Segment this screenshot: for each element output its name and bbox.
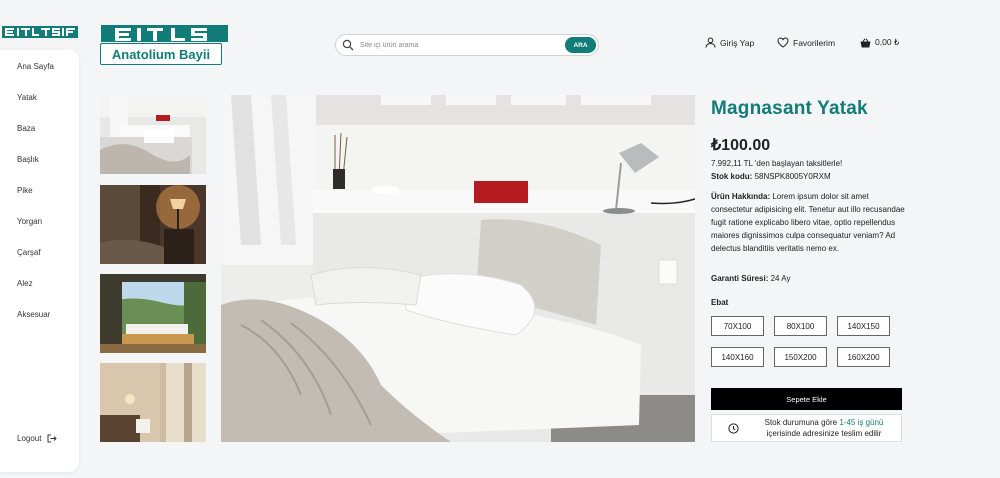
sidebar-item-pike[interactable]: Pike xyxy=(17,186,33,195)
size-option-150x200[interactable]: 150X200 xyxy=(774,347,827,367)
warranty-label: Garanti Süresi: xyxy=(711,274,769,283)
product-title: Magnasant Yatak xyxy=(711,98,868,119)
sidebar-item-baslik[interactable]: Başlık xyxy=(17,155,39,164)
product-thumbnail-3[interactable] xyxy=(100,274,206,353)
product-description: Ürün Hakkında: Lorem ipsum dolor sit ame… xyxy=(711,190,905,255)
user-icon xyxy=(705,37,716,48)
outdoor-bed-thumbnail-image xyxy=(100,274,206,353)
bedroom-warm-thumbnail-image xyxy=(100,363,206,442)
delivery-prefix: Stok durumuna göre xyxy=(764,418,838,427)
description-label: Ürün Hakkında: xyxy=(711,192,771,201)
login-label: Giriş Yap xyxy=(720,37,755,48)
delivery-text: Stok durumuna göre 1-45 iş günü içerisin… xyxy=(749,417,899,439)
bedroom-lamp-thumbnail-image xyxy=(100,185,206,264)
login-link[interactable]: Giriş Yap xyxy=(705,37,754,48)
clock-icon xyxy=(728,422,739,434)
favorites-link[interactable]: Favorilerim xyxy=(777,37,835,48)
warranty-value: 24 Ay xyxy=(770,274,791,283)
delivery-days: 1-45 iş günü xyxy=(839,418,884,427)
sidebar-item-yorgan[interactable]: Yorgan xyxy=(17,217,42,226)
size-option-140x160[interactable]: 140X160 xyxy=(711,347,764,367)
delivery-suffix: içerisinde adresinize teslim edilir xyxy=(766,429,882,438)
logout-button[interactable]: Logout xyxy=(17,434,58,443)
search-bar: ARA xyxy=(335,34,599,56)
sidebar-item-carsaf[interactable]: Çarşaf xyxy=(17,248,41,257)
sidebar-item-alez[interactable]: Alez xyxy=(17,279,33,288)
size-option-80x100[interactable]: 80X100 xyxy=(774,316,827,336)
sidebar-item-yatak[interactable]: Yatak xyxy=(17,93,37,102)
brand-logo-mark[interactable] xyxy=(101,25,228,42)
sidebar-logo xyxy=(2,26,78,38)
product-price: ₺100.00 xyxy=(711,137,771,154)
sidebar-item-ana-sayfa[interactable]: Ana Sayfa xyxy=(17,62,54,71)
brand-name[interactable]: Anatolium Bayii xyxy=(100,43,222,65)
product-thumbnail-2[interactable] xyxy=(100,185,206,264)
search-icon xyxy=(342,39,354,51)
bedroom-white-main-image xyxy=(221,95,695,442)
search-input[interactable] xyxy=(360,41,560,49)
logout-label: Logout xyxy=(17,434,42,443)
heart-icon xyxy=(777,37,789,48)
stock-code-value: 58NSPK8005Y0RXM xyxy=(754,172,831,181)
size-option-70x100[interactable]: 70X100 xyxy=(711,316,764,336)
size-label: Ebat xyxy=(711,298,729,307)
stock-code: Stok kodu: 58NSPK8005Y0RXM xyxy=(711,172,831,181)
favorites-label: Favorilerim xyxy=(793,37,836,48)
product-main-image xyxy=(221,95,695,442)
sidebar-item-aksesuar[interactable]: Aksesuar xyxy=(17,310,50,319)
stock-code-label: Stok kodu: xyxy=(711,172,753,181)
cart-link[interactable]: 0,00 ₺ xyxy=(860,37,899,48)
description-text: Lorem ipsum dolor sit amet consectetur a… xyxy=(711,192,905,253)
add-to-cart-button[interactable]: Sepete Ekle xyxy=(711,388,902,410)
basket-icon xyxy=(860,38,871,47)
bedroom-white-thumbnail-image xyxy=(100,95,206,174)
delivery-info: Stok durumuna göre 1-45 iş günü içerisin… xyxy=(711,414,902,442)
installment-info: 7.992,11 TL 'den başlayan taksitlerle! xyxy=(711,159,843,168)
size-option-160x200[interactable]: 160X200 xyxy=(837,347,890,367)
search-button[interactable]: ARA xyxy=(565,37,596,53)
warranty-info: Garanti Süresi: 24 Ay xyxy=(711,274,790,283)
product-thumbnail-1[interactable] xyxy=(100,95,206,174)
logout-icon xyxy=(47,434,58,443)
cart-total: 0,00 ₺ xyxy=(875,37,900,47)
sidebar-item-baza[interactable]: Baza xyxy=(17,124,35,133)
size-option-140x150[interactable]: 140X150 xyxy=(837,316,890,336)
product-thumbnail-4[interactable] xyxy=(100,363,206,442)
sidebar: Ana Sayfa Yatak Baza Başlık Pike Yorgan … xyxy=(0,50,79,472)
